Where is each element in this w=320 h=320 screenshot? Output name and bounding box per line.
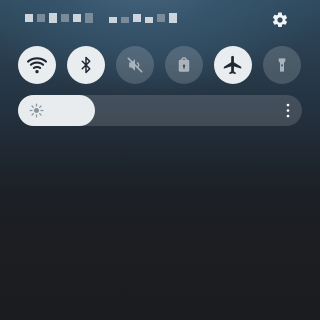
sun-icon	[29, 103, 44, 118]
airplane-icon	[223, 55, 242, 75]
airplane-mode-toggle[interactable]	[214, 46, 252, 84]
more-vertical-icon[interactable]	[286, 103, 290, 118]
wifi-icon	[26, 57, 48, 74]
status-bar	[0, 0, 320, 40]
bluetooth-icon	[81, 56, 91, 74]
lock-toggle[interactable]	[165, 46, 203, 84]
bluetooth-toggle[interactable]	[67, 46, 105, 84]
lock-icon	[178, 57, 190, 72]
brightness-slider[interactable]	[18, 95, 302, 126]
gear-icon[interactable]	[271, 11, 289, 29]
mute-icon	[127, 57, 143, 73]
wifi-toggle[interactable]	[18, 46, 56, 84]
quick-toggles	[18, 46, 302, 84]
flashlight-icon	[278, 58, 286, 72]
sound-toggle[interactable]	[116, 46, 154, 84]
carrier-text	[25, 12, 177, 23]
flashlight-toggle[interactable]	[263, 46, 301, 84]
